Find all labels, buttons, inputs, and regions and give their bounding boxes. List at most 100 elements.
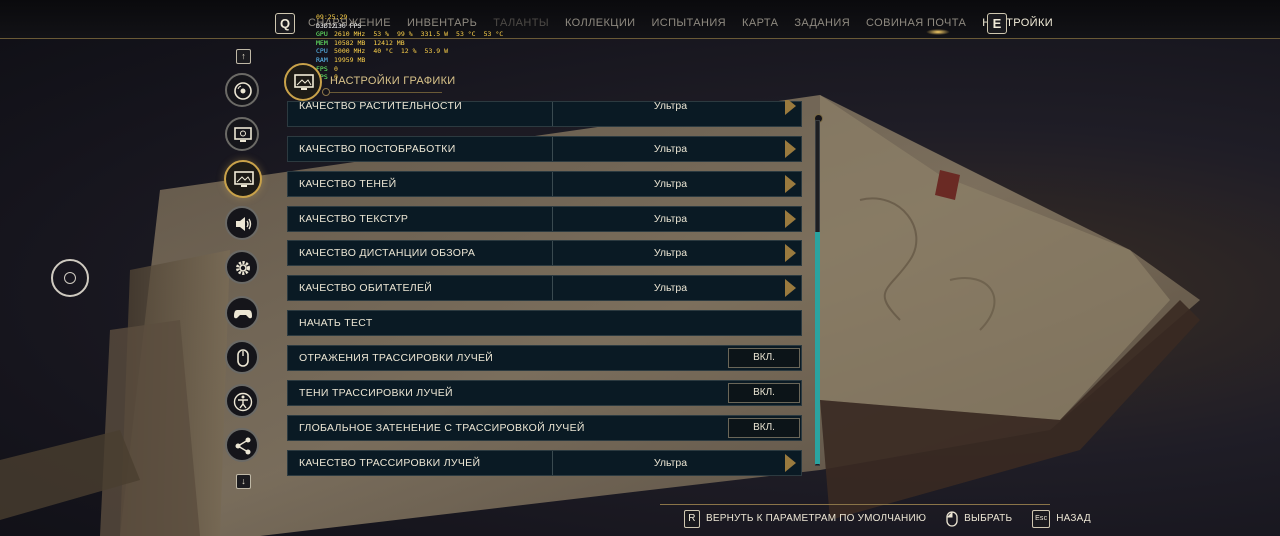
accessibility-icon [233,392,253,412]
setting-row-texture-quality[interactable]: КАЧЕСТВО ТЕКСТУР Ультра [287,206,802,232]
gamepad-icon [234,310,252,319]
setting-label: ОТРАЖЕНИЯ ТРАССИРОВКИ ЛУЧЕЙ [299,352,494,364]
category-graphics[interactable] [224,160,262,198]
active-tab-glow [926,29,950,35]
reset-defaults-button[interactable]: ВЕРНУТЬ К ПАРАМЕТРАМ ПО УМОЛЧАНИЮ [706,509,926,529]
select-button[interactable]: ВЫБРАТЬ [964,509,1012,529]
toggle-button[interactable]: ВКЛ. [728,418,800,438]
chevron-right-icon[interactable] [785,279,796,297]
setting-row-foliage-quality[interactable]: КАЧЕСТВО РАСТИТЕЛЬНОСТИ Ультра [287,100,802,127]
perf-label: RAM [316,55,328,64]
bottom-divider [660,504,1050,505]
setting-value: Ультра [653,247,688,259]
tab-quests[interactable]: ЗАДАНИЯ [786,0,858,38]
reset-key[interactable]: R [684,510,700,528]
performance-overlay: 09:25:29 D3D12 130 FPS GPU 2610 MHz 53 %… [316,13,511,82]
setting-row-population-quality[interactable]: КАЧЕСТВО ОБИТАТЕЛЕЙ Ультра [287,275,802,301]
bottom-actions: R ВЕРНУТЬ К ПАРАМЕТРАМ ПО УМОЛЧАНИЮ ВЫБР… [684,509,1091,529]
toggle-button[interactable]: ВКЛ. [728,348,800,368]
tab-map[interactable]: КАРТА [734,0,786,38]
setting-label: КАЧЕСТВО РАСТИТЕЛЬНОСТИ [299,100,463,112]
category-accessibility[interactable] [225,384,259,418]
chevron-right-icon[interactable] [785,454,796,472]
section-underline [322,92,442,93]
graphics-icon [234,171,254,187]
nav-right-key[interactable]: E [987,13,1007,34]
category-display[interactable] [225,117,259,151]
perf-value: 0 [334,64,338,73]
perf-value: 53 °C [456,30,476,39]
perf-value: 53 °C [483,30,504,39]
section-title: НАСТРОЙКИ ГРАФИКИ [330,75,456,87]
perf-row: GPU 2610 MHz 53 % 99 % 331.5 W 53 °C 53 … [316,30,511,39]
esc-key[interactable]: Esc [1032,510,1051,528]
setting-value: Ультра [653,100,688,112]
disc-icon [234,82,252,100]
category-audio[interactable] [225,206,259,240]
perf-time: 09:25:29 [316,13,348,21]
category-controller[interactable] [225,296,259,330]
toggle-button[interactable]: ВКЛ. [728,383,800,403]
setting-label: КАЧЕСТВО ПОСТОБРАБОТКИ [299,143,456,155]
setting-row-view-distance[interactable]: КАЧЕСТВО ДИСТАНЦИИ ОБЗОРА Ультра [287,240,802,266]
perf-value: 53.9 W [424,47,449,56]
perf-value: 2610 MHz [334,30,366,39]
setting-row-rt-shadows[interactable]: ТЕНИ ТРАССИРОВКИ ЛУЧЕЙ ВКЛ. [287,380,802,406]
category-network[interactable] [225,428,259,462]
back-button[interactable]: НАЗАД [1056,509,1091,529]
perf-value: 40 °C [373,47,393,56]
chevron-right-icon[interactable] [785,244,796,262]
setting-label: ТЕНИ ТРАССИРОВКИ ЛУЧЕЙ [299,387,453,399]
perf-row: RAM 19959 MB [316,56,511,65]
chevron-right-icon[interactable] [785,140,796,158]
setting-row-rt-reflections[interactable]: ОТРАЖЕНИЯ ТРАССИРОВКИ ЛУЧЕЙ ВКЛ. [287,345,802,371]
category-general[interactable] [225,250,259,284]
scrollbar-thumb[interactable] [815,232,820,464]
gear-icon [236,261,250,275]
perf-value: 12 % [400,47,417,56]
perf-row: FPS 0 [316,65,511,74]
top-navigation: Q СНАРЯЖЕНИЕ ИНВЕНТАРЬ ТАЛАНТЫ КОЛЛЕКЦИИ… [0,0,1280,39]
tab-owl-post[interactable]: СОВИНАЯ ПОЧТА [858,0,974,38]
start-benchmark-button[interactable]: НАЧАТЬ ТЕСТ [287,310,802,336]
perf-value: 130 FPS [334,21,362,30]
setting-label: КАЧЕСТВО ОБИТАТЕЛЕЙ [299,282,433,294]
setting-label: КАЧЕСТВО ТРАССИРОВКИ ЛУЧЕЙ [299,457,481,469]
network-icon [235,437,251,455]
setting-row-postprocess-quality[interactable]: КАЧЕСТВО ПОСТОБРАБОТКИ Ультра [287,136,802,162]
setting-row-rt-quality[interactable]: КАЧЕСТВО ТРАССИРОВКИ ЛУЧЕЙ Ультра [287,450,802,476]
setting-value: Ультра [653,457,688,469]
setting-value: Ультра [653,282,688,294]
nav-left-key[interactable]: Q [275,13,295,34]
chevron-right-icon[interactable] [785,210,796,228]
setting-label: КАЧЕСТВО ТЕКСТУР [299,213,409,225]
mouse-icon [946,511,958,527]
section-icon [284,63,322,101]
perf-value: 5000 MHz [334,47,366,56]
sidebar-up-key[interactable]: ↑ [236,49,251,64]
perf-row: MEM 10582 MB 12412 MB [316,39,511,48]
perf-label: D3D12 [316,21,336,30]
perf-label: CPU [316,47,328,56]
setting-value: Ультра [653,178,688,190]
graphics-icon [294,74,314,90]
perf-row: CPU 5000 MHz 40 °C 12 % 53.9 W [316,47,511,56]
mouse-icon [237,349,249,367]
speaker-icon [236,217,252,231]
chevron-right-icon[interactable] [785,100,796,115]
setting-row-shadow-quality[interactable]: КАЧЕСТВО ТЕНЕЙ Ультра [287,171,802,197]
monitor-icon [234,127,252,142]
sidebar-down-key[interactable]: ↓ [236,474,251,489]
section-ornament [322,88,330,96]
setting-row-rt-ambient-occlusion[interactable]: ГЛОБАЛЬНОЕ ЗАТЕНЕНИЕ С ТРАССИРОВКОЙ ЛУЧЕ… [287,415,802,441]
setting-label: КАЧЕСТВО ТЕНЕЙ [299,178,397,190]
chevron-right-icon[interactable] [785,175,796,193]
left-stick-icon [51,259,89,297]
category-mouse[interactable] [225,340,259,374]
setting-value: Ультра [653,143,688,155]
tab-challenges[interactable]: ИСПЫТАНИЯ [643,0,734,38]
perf-value: 53 % [373,30,389,39]
perf-label: GPU [316,30,328,39]
category-disc[interactable] [225,73,259,107]
tab-collections[interactable]: КОЛЛЕКЦИИ [557,0,643,38]
